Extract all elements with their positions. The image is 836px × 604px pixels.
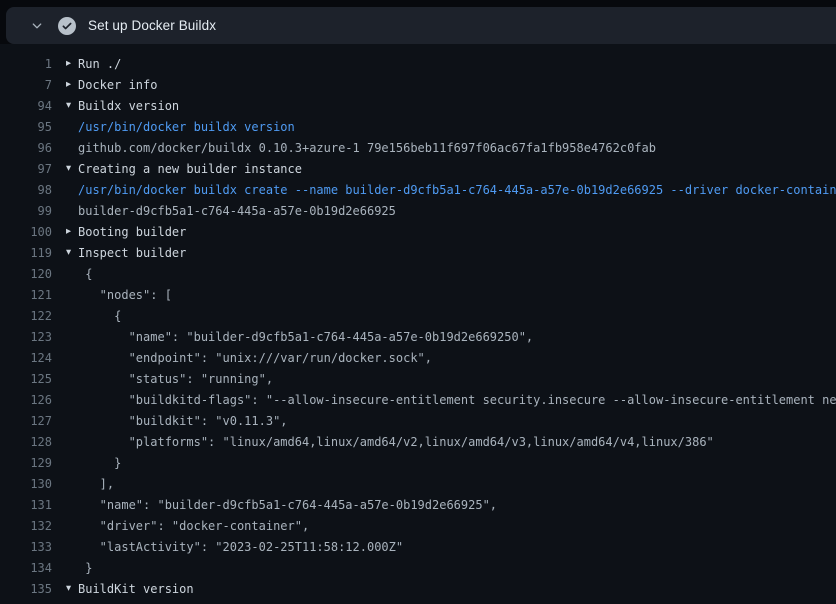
log-text: "buildkit": "v0.11.3",: [78, 411, 836, 432]
log-text: "endpoint": "unix:///var/run/docker.sock…: [78, 348, 836, 369]
line-number[interactable]: 95: [0, 117, 52, 138]
log-line: 98 /usr/bin/docker buildx create --name …: [0, 180, 836, 201]
line-number[interactable]: 1: [0, 54, 52, 75]
line-number[interactable]: 7: [0, 75, 52, 96]
line-number[interactable]: 98: [0, 180, 52, 201]
line-number[interactable]: 130: [0, 474, 52, 495]
line-number[interactable]: 128: [0, 432, 52, 453]
line-number[interactable]: 94: [0, 96, 52, 117]
group-collapsed-arrow-icon[interactable]: ▶: [66, 222, 78, 243]
group-collapsed-arrow-icon[interactable]: ▶: [66, 75, 78, 96]
line-number[interactable]: 123: [0, 327, 52, 348]
log-line: 121 "nodes": [: [0, 285, 836, 306]
log-text: Creating a new builder instance: [78, 159, 836, 180]
line-number[interactable]: 100: [0, 222, 52, 243]
log-line: 124 "endpoint": "unix:///var/run/docker.…: [0, 348, 836, 369]
line-number[interactable]: 97: [0, 159, 52, 180]
step-title: Set up Docker Buildx: [88, 18, 216, 33]
log-line: 134 }: [0, 558, 836, 579]
line-number[interactable]: 132: [0, 516, 52, 537]
log-line: 132 "driver": "docker-container",: [0, 516, 836, 537]
line-number[interactable]: 122: [0, 306, 52, 327]
line-number[interactable]: 134: [0, 558, 52, 579]
log-text: {: [78, 306, 836, 327]
log-text: Booting builder: [78, 222, 836, 243]
chevron-down-icon[interactable]: [30, 19, 44, 33]
log-line: 96 github.com/docker/buildx 0.10.3+azure…: [0, 138, 836, 159]
log-text: "lastActivity": "2023-02-25T11:58:12.000…: [78, 537, 836, 558]
line-number[interactable]: 136: [0, 600, 52, 604]
log-text: }: [78, 453, 836, 474]
line-number[interactable]: 96: [0, 138, 52, 159]
line-number[interactable]: 119: [0, 243, 52, 264]
line-number[interactable]: 99: [0, 201, 52, 222]
log-text: Buildx version: [78, 96, 836, 117]
log-text: ],: [78, 474, 836, 495]
group-expanded-arrow-icon[interactable]: ▼: [66, 159, 78, 180]
line-number[interactable]: 124: [0, 348, 52, 369]
line-number[interactable]: 125: [0, 369, 52, 390]
log-line: 127 "buildkit": "v0.11.3",: [0, 411, 836, 432]
log-text: Run ./: [78, 54, 836, 75]
log-text: Docker info: [78, 75, 836, 96]
line-number[interactable]: 126: [0, 390, 52, 411]
log-text: "driver": "docker-container",: [78, 516, 836, 537]
log-text: builder-d9cfb5a1-c764-445a-a57e-0b19d2e6…: [78, 201, 836, 222]
log-text: /usr/bin/docker buildx create --name bui…: [78, 180, 836, 201]
log-line[interactable]: 135 ▼ BuildKit version: [0, 579, 836, 600]
group-expanded-arrow-icon[interactable]: ▼: [66, 579, 78, 600]
log-line: 130 ],: [0, 474, 836, 495]
log-line: 131 "name": "builder-d9cfb5a1-c764-445a-…: [0, 495, 836, 516]
log-line: 120 {: [0, 264, 836, 285]
log-text: builder-d9cfb5a1-c764-445a-a57e-0b19d2e6…: [78, 600, 836, 604]
log-text: "platforms": "linux/amd64,linux/amd64/v2…: [78, 432, 836, 453]
step-header[interactable]: Set up Docker Buildx: [6, 7, 836, 44]
log-line: 136 builder-d9cfb5a1-c764-445a-a57e-0b19…: [0, 600, 836, 604]
log-text: "nodes": [: [78, 285, 836, 306]
log-text: BuildKit version: [78, 579, 836, 600]
log-text: "name": "builder-d9cfb5a1-c764-445a-a57e…: [78, 327, 836, 348]
log-line: 122 {: [0, 306, 836, 327]
log-line[interactable]: 100 ▶ Booting builder: [0, 222, 836, 243]
line-number[interactable]: 121: [0, 285, 52, 306]
log-line: 123 "name": "builder-d9cfb5a1-c764-445a-…: [0, 327, 836, 348]
log-text: }: [78, 558, 836, 579]
log-line: 125 "status": "running",: [0, 369, 836, 390]
line-number[interactable]: 135: [0, 579, 52, 600]
log-line[interactable]: 94 ▼ Buildx version: [0, 96, 836, 117]
log-text: "buildkitd-flags": "--allow-insecure-ent…: [78, 390, 836, 411]
log-line[interactable]: 7 ▶ Docker info: [0, 75, 836, 96]
group-collapsed-arrow-icon[interactable]: ▶: [66, 54, 78, 75]
log-line[interactable]: 97 ▼ Creating a new builder instance: [0, 159, 836, 180]
log-line: 99 builder-d9cfb5a1-c764-445a-a57e-0b19d…: [0, 201, 836, 222]
line-number[interactable]: 133: [0, 537, 52, 558]
log-line: 95 /usr/bin/docker buildx version: [0, 117, 836, 138]
log-text: github.com/docker/buildx 0.10.3+azure-1 …: [78, 138, 836, 159]
line-number[interactable]: 120: [0, 264, 52, 285]
log-line: 133 "lastActivity": "2023-02-25T11:58:12…: [0, 537, 836, 558]
log-text: /usr/bin/docker buildx version: [78, 117, 836, 138]
group-expanded-arrow-icon[interactable]: ▼: [66, 243, 78, 264]
line-number[interactable]: 131: [0, 495, 52, 516]
log-line: 128 "platforms": "linux/amd64,linux/amd6…: [0, 432, 836, 453]
group-expanded-arrow-icon[interactable]: ▼: [66, 96, 78, 117]
check-circle-icon: [58, 17, 76, 35]
log-text: Inspect builder: [78, 243, 836, 264]
log-text: {: [78, 264, 836, 285]
log-line[interactable]: 119 ▼ Inspect builder: [0, 243, 836, 264]
log-text: "status": "running",: [78, 369, 836, 390]
log-text: "name": "builder-d9cfb5a1-c764-445a-a57e…: [78, 495, 836, 516]
log-line: 129 }: [0, 453, 836, 474]
log-lines: 1 ▶ Run ./ 7 ▶ Docker info 94 ▼ Buildx v…: [0, 44, 836, 604]
line-number[interactable]: 129: [0, 453, 52, 474]
log-line: 126 "buildkitd-flags": "--allow-insecure…: [0, 390, 836, 411]
log-line[interactable]: 1 ▶ Run ./: [0, 54, 836, 75]
line-number[interactable]: 127: [0, 411, 52, 432]
